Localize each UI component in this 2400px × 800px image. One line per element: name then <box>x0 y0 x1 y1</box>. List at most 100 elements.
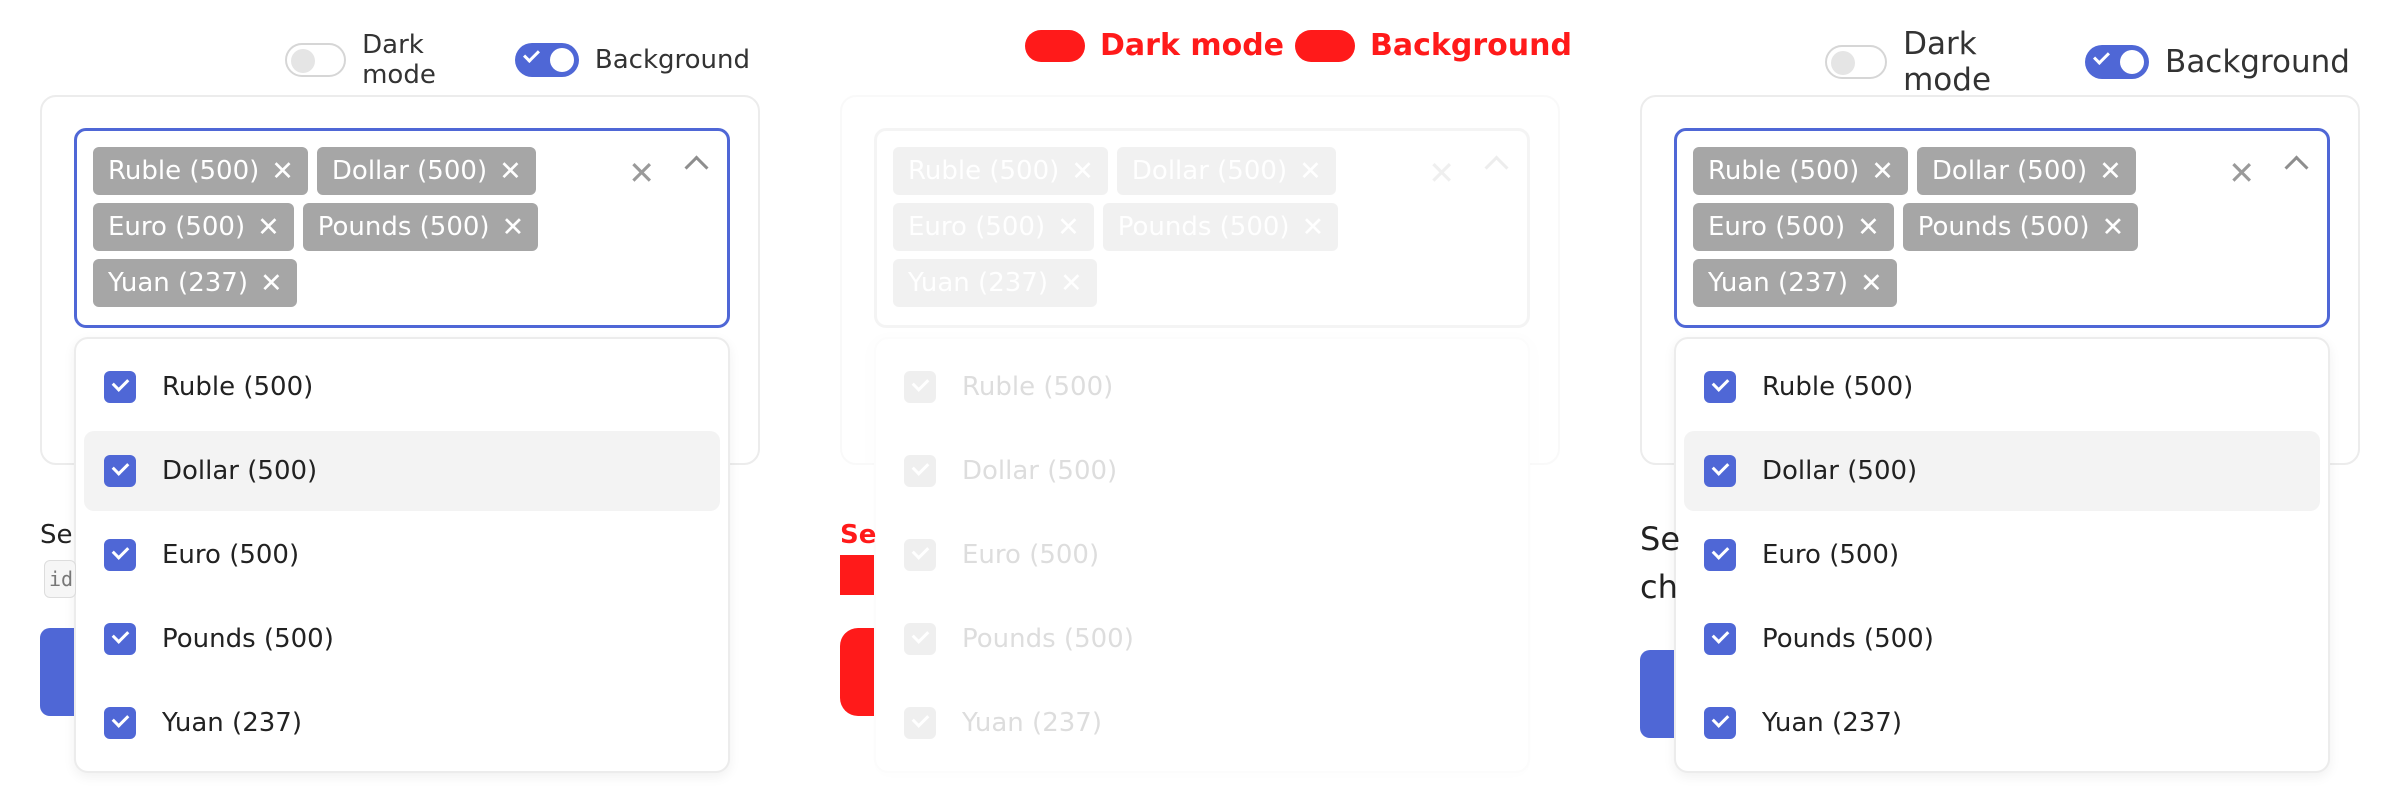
checkbox[interactable] <box>1704 707 1736 739</box>
background-toggle[interactable]: Background <box>514 43 750 77</box>
option-yuan[interactable]: Yuan (237) <box>84 683 720 763</box>
option-dollar[interactable]: Dollar (500) <box>84 431 720 511</box>
dark-mode-switch[interactable] <box>285 43 347 77</box>
option-pounds[interactable]: Pounds (500) <box>884 599 1520 679</box>
tag-ruble: Ruble (500) ✕ <box>893 147 1108 195</box>
remove-tag-icon[interactable]: ✕ <box>257 214 280 241</box>
dark-mode-toggle[interactable]: Dark mode <box>285 30 499 90</box>
partial-text-2: ch <box>1640 568 1678 606</box>
remove-tag-icon[interactable]: ✕ <box>1071 158 1094 185</box>
dropdown-menu: Ruble (500) Dollar (500) Euro (500) Poun… <box>1674 337 2330 773</box>
remove-tag-icon[interactable]: ✕ <box>1299 158 1322 185</box>
clear-icon[interactable]: ✕ <box>1428 157 1455 189</box>
option-euro[interactable]: Euro (500) <box>1684 515 2320 595</box>
checkbox[interactable] <box>104 455 136 487</box>
switch-knob <box>2120 50 2145 74</box>
dropdown-menu: Ruble (500) Dollar (500) Euro (500) Poun… <box>874 337 1530 773</box>
chevron-up-icon[interactable] <box>1484 155 1509 180</box>
remove-tag-icon[interactable]: ✕ <box>1057 214 1080 241</box>
checkbox[interactable] <box>904 707 936 739</box>
dark-mode-label: Dark mode <box>1903 26 1992 98</box>
option-pounds[interactable]: Pounds (500) <box>84 599 720 679</box>
option-label: Pounds (500) <box>962 624 1134 654</box>
remove-tag-icon[interactable]: ✕ <box>1871 158 1894 185</box>
checkbox[interactable] <box>1704 371 1736 403</box>
toggle-bar: Dark mode Background <box>1825 26 2350 98</box>
remove-tag-icon[interactable]: ✕ <box>499 158 522 185</box>
remove-tag-icon[interactable]: ✕ <box>1060 270 1083 297</box>
tag-label: Dollar (500) <box>1931 156 2088 186</box>
dark-mode-toggle[interactable]: Dark mode <box>1825 26 2069 98</box>
checkbox[interactable] <box>904 455 936 487</box>
option-euro[interactable]: Euro (500) <box>884 515 1520 595</box>
checkbox[interactable] <box>904 623 936 655</box>
tag-dollar: Dollar (500) ✕ <box>1116 147 1336 195</box>
background-label: Background <box>1370 28 1572 63</box>
background-switch[interactable] <box>2085 45 2150 79</box>
tag-label: Ruble (500) <box>108 156 260 186</box>
option-label: Dollar (500) <box>962 456 1118 486</box>
chevron-up-icon[interactable] <box>684 155 709 180</box>
chevron-up-icon[interactable] <box>2284 155 2309 180</box>
checkbox[interactable] <box>1704 455 1736 487</box>
check-icon <box>1711 710 1730 728</box>
background-label: Background <box>2165 44 2350 80</box>
remove-tag-icon[interactable]: ✕ <box>260 270 283 297</box>
dark-mode-label: Dark mode <box>1100 28 1285 63</box>
checkbox[interactable] <box>104 539 136 571</box>
checkbox[interactable] <box>104 707 136 739</box>
option-ruble[interactable]: Ruble (500) <box>1684 347 2320 427</box>
option-label: Yuan (237) <box>1762 708 1902 738</box>
option-label: Dollar (500) <box>1762 456 1918 486</box>
multi-select[interactable]: Ruble (500) ✕ Dollar (500) ✕ Euro (500) ✕ P… <box>1674 128 2330 328</box>
checkbox[interactable] <box>104 623 136 655</box>
check-icon <box>111 458 130 476</box>
remove-tag-icon[interactable]: ✕ <box>1302 214 1325 241</box>
dropdown-menu: Ruble (500) Dollar (500) Euro (500) Poun… <box>74 337 730 773</box>
background-toggle[interactable]: Background <box>2085 44 2350 80</box>
checkbox[interactable] <box>904 371 936 403</box>
remove-tag-icon[interactable]: ✕ <box>271 158 294 185</box>
option-yuan[interactable]: Yuan (237) <box>884 683 1520 763</box>
check-icon <box>911 542 930 560</box>
red-switch-artifact <box>1295 30 1355 62</box>
background-switch[interactable] <box>514 43 579 77</box>
remove-tag-icon[interactable]: ✕ <box>502 214 525 241</box>
checkbox[interactable] <box>104 371 136 403</box>
option-dollar[interactable]: Dollar (500) <box>884 431 1520 511</box>
panel-right: Dark mode Background Ruble (500) ✕ Dollar… <box>1600 0 2360 800</box>
tag-label: Dollar (500) <box>1131 156 1288 186</box>
remove-tag-icon[interactable]: ✕ <box>1857 214 1880 241</box>
option-ruble[interactable]: Ruble (500) <box>884 347 1520 427</box>
tag-label: Euro (500) <box>908 212 1046 242</box>
remove-tag-icon[interactable]: ✕ <box>1860 270 1883 297</box>
clear-icon[interactable]: ✕ <box>2228 157 2255 189</box>
primary-button[interactable] <box>1640 650 1674 738</box>
checkbox[interactable] <box>904 539 936 571</box>
remove-tag-icon[interactable]: ✕ <box>2099 158 2122 185</box>
option-pounds[interactable]: Pounds (500) <box>1684 599 2320 679</box>
multi-select[interactable]: Ruble (500) ✕ Dollar (500) ✕ Euro (500) ✕ P… <box>74 128 730 328</box>
clear-icon[interactable]: ✕ <box>628 157 655 189</box>
tag-euro: Euro (500) ✕ <box>1693 203 1894 251</box>
checkbox[interactable] <box>1704 623 1736 655</box>
option-label: Yuan (237) <box>162 708 302 738</box>
option-yuan[interactable]: Yuan (237) <box>1684 683 2320 763</box>
option-dollar[interactable]: Dollar (500) <box>1684 431 2320 511</box>
option-ruble[interactable]: Ruble (500) <box>84 347 720 427</box>
dark-mode-switch[interactable] <box>1825 45 1888 79</box>
option-euro[interactable]: Euro (500) <box>84 515 720 595</box>
tag-label: Pounds (500) <box>1917 212 2090 242</box>
tag-dollar: Dollar (500) ✕ <box>1916 147 2136 195</box>
tag-label: Pounds (500) <box>317 212 490 242</box>
check-icon <box>111 374 130 392</box>
remove-tag-icon[interactable]: ✕ <box>2102 214 2125 241</box>
option-label: Ruble (500) <box>962 372 1114 402</box>
primary-button[interactable] <box>40 628 74 716</box>
option-label: Ruble (500) <box>162 372 314 402</box>
partial-code: id <box>44 560 76 598</box>
checkbox[interactable] <box>1704 539 1736 571</box>
multi-select[interactable]: Ruble (500) ✕ Dollar (500) ✕ Euro (500) ✕ P… <box>874 128 1530 328</box>
tag-pounds: Pounds (500) ✕ <box>1902 203 2139 251</box>
option-label: Euro (500) <box>162 540 300 570</box>
